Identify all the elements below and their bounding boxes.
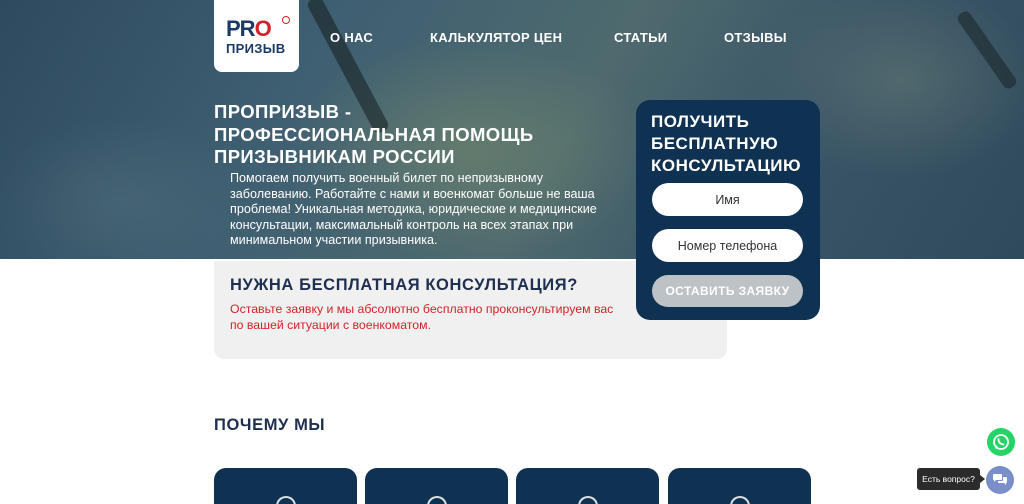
submit-request-button[interactable]: ОСТАВИТЬ ЗАЯВКУ: [652, 275, 803, 307]
chat-bubbles-icon: [993, 474, 1007, 485]
site-logo[interactable]: PRO ПРИЗЫВ: [214, 0, 299, 72]
chat-button[interactable]: [986, 466, 1014, 494]
logo-pro-text: PRO: [226, 16, 272, 41]
consultation-text: Оставьте заявку и мы абсолютно бесплатно…: [230, 302, 614, 332]
phone-input[interactable]: [652, 229, 803, 262]
form-title: ПОЛУЧИТЬ БЕСПЛАТНУЮ КОНСУЛЬТАЦИЮ: [651, 112, 802, 175]
whatsapp-button[interactable]: [987, 428, 1015, 456]
feature-card: [668, 468, 811, 504]
consultation-form: ПОЛУЧИТЬ БЕСПЛАТНУЮ КОНСУЛЬТАЦИЮ ОСТАВИТ…: [636, 100, 820, 320]
nav-item-price-calculator[interactable]: КАЛЬКУЛЯТОР ЦЕН: [430, 30, 562, 45]
chat-tooltip: Есть вопрос?: [917, 468, 985, 490]
consultation-title: НУЖНА БЕСПЛАТНАЯ КОНСУЛЬТАЦИЯ?: [230, 276, 578, 294]
feature-card: [516, 468, 659, 504]
feature-card: [214, 468, 357, 504]
feature-icon: [578, 496, 598, 504]
name-input[interactable]: [652, 183, 803, 216]
nav-item-articles[interactable]: СТАТЬИ: [614, 30, 667, 45]
logo-prizyv-text: ПРИЗЫВ: [226, 41, 286, 56]
hero-background-detail: [955, 9, 1019, 91]
whatsapp-icon: [993, 434, 1009, 450]
nav-item-reviews[interactable]: ОТЗЫВЫ: [724, 30, 787, 45]
hero-title: ПРОПРИЗЫВ - ПРОФЕССИОНАЛЬНАЯ ПОМОЩЬ ПРИЗ…: [214, 101, 534, 167]
nav-item-about[interactable]: О НАС: [330, 30, 373, 45]
feature-icon: [427, 496, 447, 504]
feature-icon: [276, 496, 296, 504]
why-us-title: ПОЧЕМУ МЫ: [214, 416, 326, 434]
registered-mark-icon: [282, 16, 290, 24]
feature-card: [365, 468, 508, 504]
feature-icon: [730, 496, 750, 504]
hero-description: Помогаем получить военный билет по непри…: [230, 171, 597, 248]
